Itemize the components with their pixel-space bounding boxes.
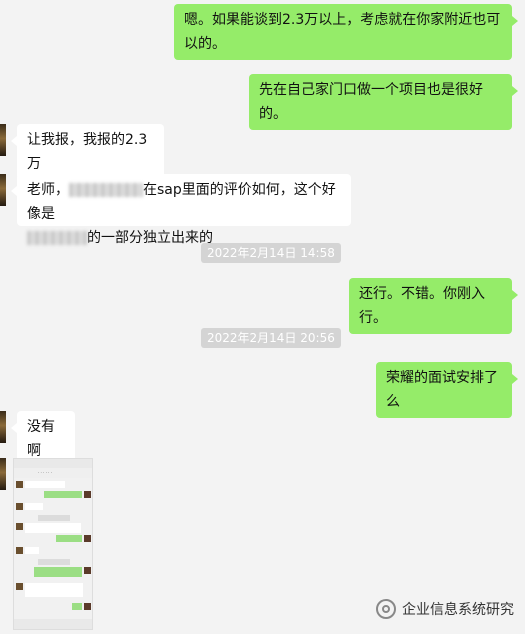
timestamp: 2022年2月14日 14:58: [201, 243, 341, 263]
redacted-text: [69, 183, 143, 197]
screenshot-image: · · · · · ·: [14, 459, 92, 629]
wechat-official-account-icon: [376, 599, 396, 619]
message-bubble-outgoing[interactable]: 嗯。如果能谈到2.3万以上，考虑就在你家附近也可以的。: [174, 4, 518, 60]
message-bubble-outgoing[interactable]: 先在自己家门口做一个项目也是很好的。: [249, 74, 518, 130]
contact-avatar[interactable]: [0, 174, 6, 206]
contact-avatar[interactable]: [0, 411, 6, 443]
image-message-thumbnail[interactable]: · · · · · ·: [13, 458, 93, 630]
contact-avatar[interactable]: [0, 124, 6, 156]
message-bubble-incoming[interactable]: 让我报，我报的2.3万: [11, 124, 164, 180]
redacted-text: [27, 231, 87, 245]
message-bubble-outgoing[interactable]: 荣耀的面试安排了么: [376, 362, 518, 418]
contact-avatar[interactable]: [0, 458, 6, 490]
message-bubble-incoming[interactable]: 老师， 在sap里面的评价如何，这个好像是 的一部分独立出来的: [11, 174, 351, 246]
message-text-part: 的一部分独立出来的: [87, 230, 213, 246]
watermark: 企业信息系统研究: [376, 598, 514, 620]
timestamp: 2022年2月14日 20:56: [201, 328, 341, 348]
watermark-text: 企业信息系统研究: [402, 602, 514, 618]
message-bubble-outgoing[interactable]: 还行。不错。你刚入行。: [349, 278, 518, 334]
message-text-part: 老师，: [27, 182, 69, 198]
